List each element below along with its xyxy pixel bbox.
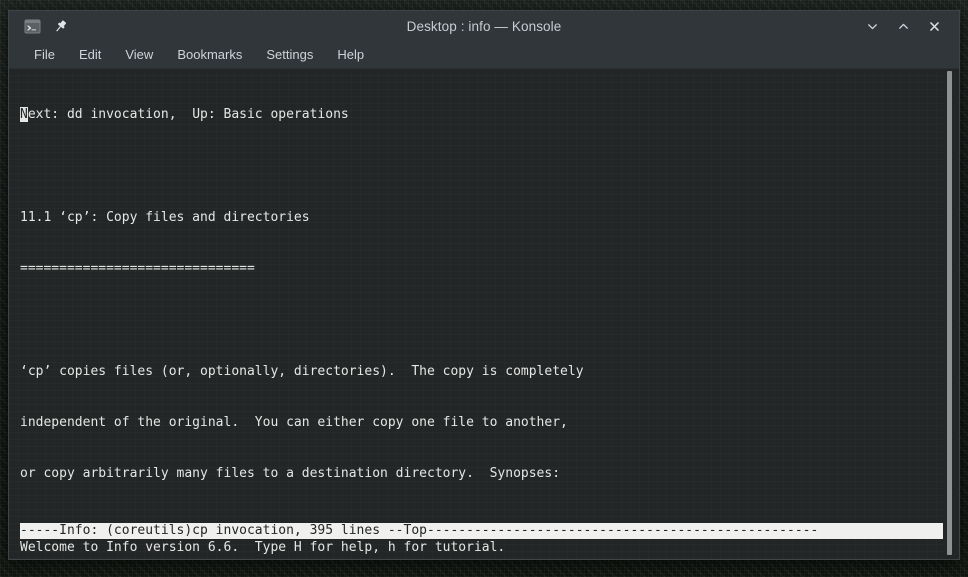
terminal-line: or copy arbitrarily many files to a dest… [20,466,561,482]
maximize-button[interactable] [895,18,912,35]
terminal-line: 11.1 ‘cp’: Copy files and directories [20,209,310,225]
vertical-scrollbar[interactable] [943,69,957,559]
close-button[interactable] [926,18,943,35]
info-status-line: -----Info: (coreutils)cp invocation, 395… [20,522,949,539]
text-cursor: N [20,107,28,123]
menu-item-file[interactable]: File [23,45,66,65]
titlebar-left-icons [15,18,69,36]
menu-item-view[interactable]: View [114,45,164,65]
minimize-button[interactable] [864,18,881,35]
pin-icon[interactable] [51,18,69,36]
konsole-terminal-icon[interactable] [23,18,41,36]
konsole-window: Desktop : info — Konsole File Edit View … [8,10,960,560]
menubar: File Edit View Bookmarks Settings Help [9,42,959,68]
scrollbar-thumb[interactable] [947,71,952,555]
window-titlebar[interactable]: Desktop : info — Konsole [9,11,959,42]
menu-item-help[interactable]: Help [326,45,375,65]
info-echo-line: Welcome to Info version 6.6. Type H for … [20,539,506,555]
menu-item-bookmarks[interactable]: Bookmarks [166,45,253,65]
terminal-screen[interactable]: Next: dd invocation, Up: Basic operation… [20,72,937,559]
terminal-line: ‘cp’ copies files (or, optionally, direc… [20,363,584,379]
terminal-line-0-rest: ext: dd invocation, Up: Basic operations [27,107,349,123]
window-title: Desktop : info — Konsole [406,19,562,34]
menu-item-settings[interactable]: Settings [255,45,324,65]
terminal-line: independent of the original. You can eit… [20,414,568,430]
terminal-line: ============================== [20,261,255,277]
terminal-line-cursor: Next: dd invocation, Up: Basic operation… [20,106,937,123]
terminal-area[interactable]: Next: dd invocation, Up: Basic operation… [9,68,959,559]
menu-item-edit[interactable]: Edit [68,45,112,65]
window-controls [864,18,953,35]
